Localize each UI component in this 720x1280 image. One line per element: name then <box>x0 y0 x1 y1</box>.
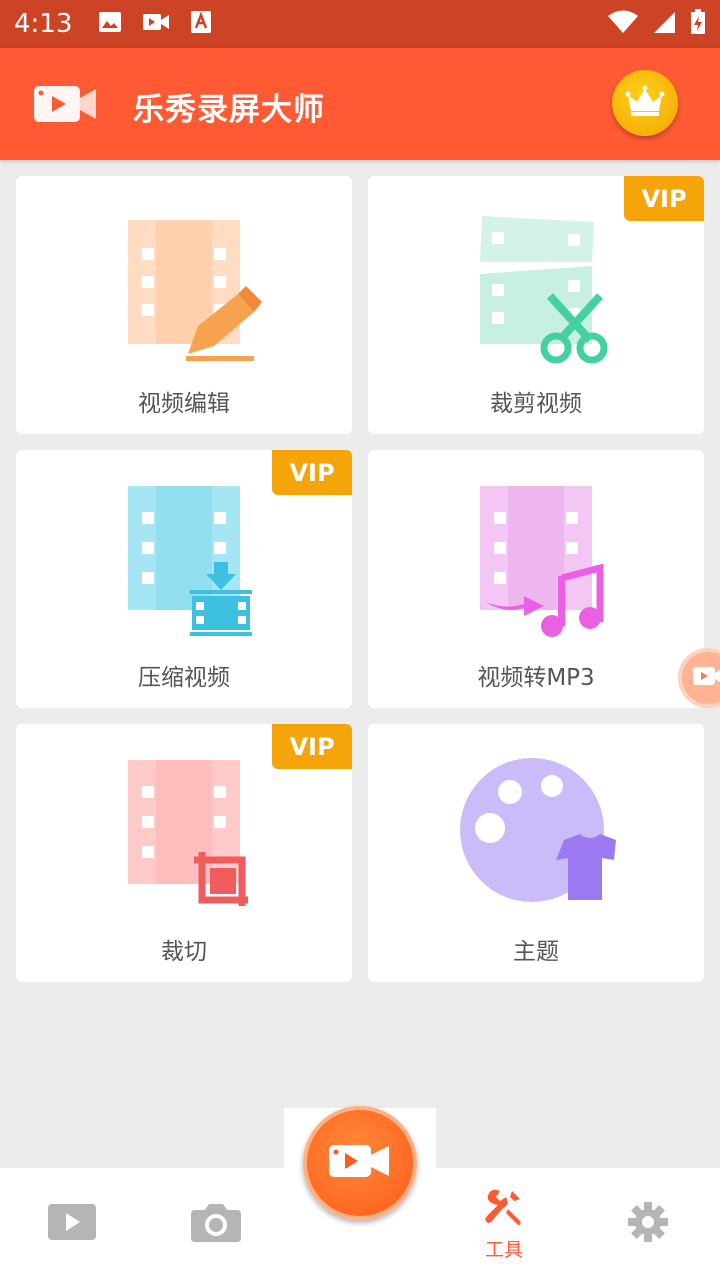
nav-screenshot[interactable] <box>156 1168 276 1280</box>
battery-charging-icon <box>690 9 706 39</box>
status-time: 4:13 <box>14 9 73 39</box>
theme-palette-icon <box>460 758 616 902</box>
wifi-icon <box>608 10 638 38</box>
nav-videos[interactable] <box>12 1168 132 1280</box>
nav-tools-label: 工具 <box>484 1238 523 1261</box>
nav-tools[interactable]: 工具 <box>444 1168 564 1280</box>
camera-icon <box>191 1202 241 1246</box>
tool-label: 视频转MP3 <box>477 665 595 691</box>
tool-trim-video[interactable]: 裁剪视频 VIP <box>368 176 704 434</box>
record-camera-icon <box>693 665 720 691</box>
tools-wrench-screwdriver-icon <box>484 1187 524 1231</box>
vip-badge: VIP <box>624 176 704 221</box>
status-bar: 4:13 <box>0 0 720 48</box>
gallery-notification-icon <box>98 11 122 37</box>
vip-crown-button[interactable] <box>612 70 678 136</box>
video-edit-icon <box>128 220 262 361</box>
tool-video-edit[interactable]: 视频编辑 <box>16 176 352 434</box>
nav-settings[interactable] <box>588 1168 708 1280</box>
app-title: 乐秀录屏大师 <box>133 92 325 128</box>
record-video-icon <box>329 1141 391 1185</box>
tool-label: 压缩视频 <box>138 665 230 691</box>
text-notification-icon <box>190 10 212 38</box>
tool-crop[interactable]: 裁切 VIP <box>16 724 352 982</box>
signal-icon <box>652 10 676 38</box>
gear-icon <box>628 1202 668 1246</box>
tool-label: 视频编辑 <box>138 391 230 417</box>
vip-badge: VIP <box>272 724 352 769</box>
crown-icon <box>625 85 665 121</box>
video-to-mp3-icon <box>480 486 604 637</box>
video-notification-icon <box>142 12 170 36</box>
app-logo-icon <box>34 84 98 128</box>
tool-theme[interactable]: 主题 <box>368 724 704 982</box>
app-bar: 乐秀录屏大师 <box>0 48 720 160</box>
tool-label: 主题 <box>513 939 559 965</box>
tool-label: 裁剪视频 <box>490 391 582 417</box>
tool-label: 裁切 <box>161 939 207 965</box>
start-record-button[interactable] <box>303 1106 417 1220</box>
video-library-icon <box>48 1204 96 1244</box>
tool-compress-video[interactable]: 压缩视频 VIP <box>16 450 352 708</box>
tool-video-to-mp3[interactable]: 视频转MP3 <box>368 450 704 708</box>
vip-badge: VIP <box>272 450 352 495</box>
